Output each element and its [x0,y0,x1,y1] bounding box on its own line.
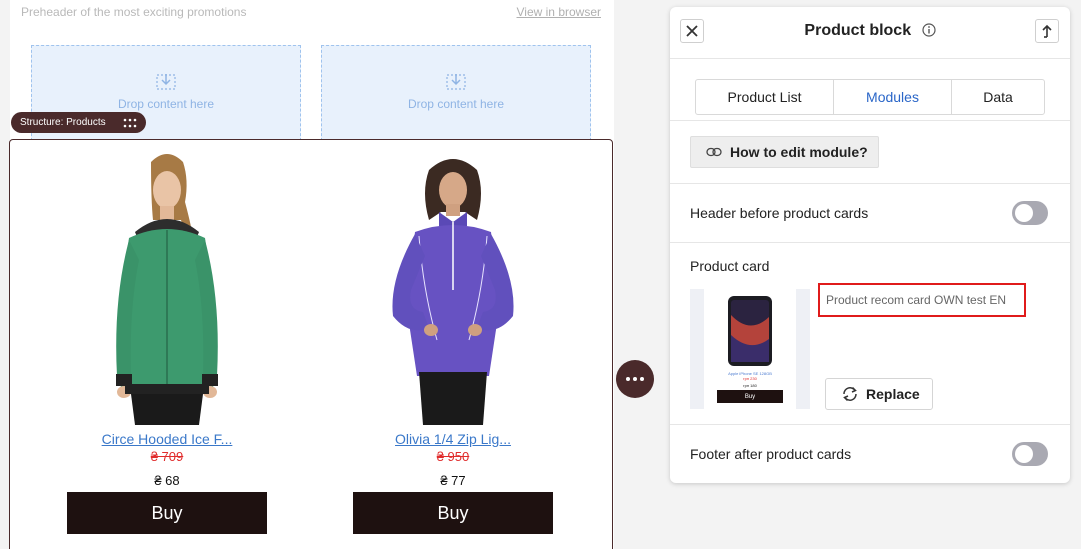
product-name-link[interactable]: Circe Hooded Ice F... [102,431,233,447]
panel-title-text: Product block [804,22,912,39]
card-preview-inner: Apple iPhone SE 128GB грн 230 грн 180 Bu… [704,289,796,409]
how-to-edit-button[interactable]: How to edit module? [690,136,879,168]
card-preview-buy: Buy [717,390,783,403]
header-toggle-label: Header before product cards [690,205,869,221]
footer-toggle-label: Footer after product cards [690,446,852,462]
product-card[interactable]: Olivia 1/4 Zip Lig... ₴ 950 ₴ 77 Buy [310,140,596,549]
product-name-link[interactable]: Olivia 1/4 Zip Lig... [395,431,511,447]
drop-down-arrow-icon [156,74,176,90]
buy-button[interactable]: Buy [67,492,267,534]
product-price: ₴ 68 [154,473,180,488]
product-old-price: ₴ 709 [150,449,184,464]
product-block[interactable]: Circe Hooded Ice F... ₴ 709 ₴ 68 Buy Oli… [9,139,613,549]
divider [670,424,1070,425]
view-in-browser-link[interactable]: View in browser [517,5,601,19]
product-price: ₴ 77 [440,473,466,488]
link-icon [706,147,722,157]
tab-modules[interactable]: Modules [834,80,952,114]
replace-label: Replace [866,386,920,402]
structure-badge-label: Structure: Products [20,117,106,128]
divider [670,120,1070,121]
dropzone-right[interactable]: Drop content here [321,45,591,141]
toggle-knob [1015,445,1033,463]
info-icon[interactable] [921,23,936,37]
structure-badge[interactable]: Structure: Products [11,112,146,133]
drop-down-arrow-icon [446,74,466,90]
replace-button[interactable]: Replace [825,378,933,410]
product-card-preview[interactable]: Apple iPhone SE 128GB грн 230 грн 180 Bu… [690,289,810,409]
ellipsis-icon [626,377,630,381]
how-to-edit-label: How to edit module? [730,144,868,160]
header-toggle[interactable] [1012,201,1048,225]
arrow-up-icon [1042,24,1052,38]
preheader-text[interactable]: Preheader of the most exciting promotion… [21,5,246,19]
product-card-name[interactable]: Product recom card OWN test EN [818,283,1026,317]
divider [670,242,1070,243]
card-preview-old-price: грн 230 [743,376,757,381]
collapse-panel-button[interactable] [1035,19,1059,43]
product-card[interactable]: Circe Hooded Ice F... ₴ 709 ₴ 68 Buy [24,140,310,549]
panel-header: Product block [670,7,1070,57]
toggle-knob [1015,204,1033,222]
product-old-price: ₴ 950 [436,449,470,464]
panel-tabs: Product List Modules Data [695,79,1045,115]
panel-title: Product block [670,22,1070,40]
footer-toggle[interactable] [1012,442,1048,466]
phone-thumbnail [728,296,772,366]
tab-product-list[interactable]: Product List [696,80,834,114]
card-preview-price: грн 180 [743,383,757,388]
dropzone-label: Drop content here [407,97,505,111]
product-image[interactable] [353,140,553,425]
divider [670,58,1070,59]
refresh-icon [843,386,857,402]
dropzone-label: Drop content here [117,97,215,111]
more-options-button[interactable] [616,360,654,398]
ellipsis-icon-dot [633,377,637,381]
tab-data[interactable]: Data [952,80,1044,114]
buy-button[interactable]: Buy [353,492,553,534]
product-image[interactable] [67,140,267,425]
drag-grip-icon[interactable] [123,118,137,128]
product-card-label: Product card [690,258,770,274]
ellipsis-icon-dot [640,377,644,381]
product-block-panel: Product block Product List Modules Data … [670,7,1070,483]
divider [670,183,1070,184]
